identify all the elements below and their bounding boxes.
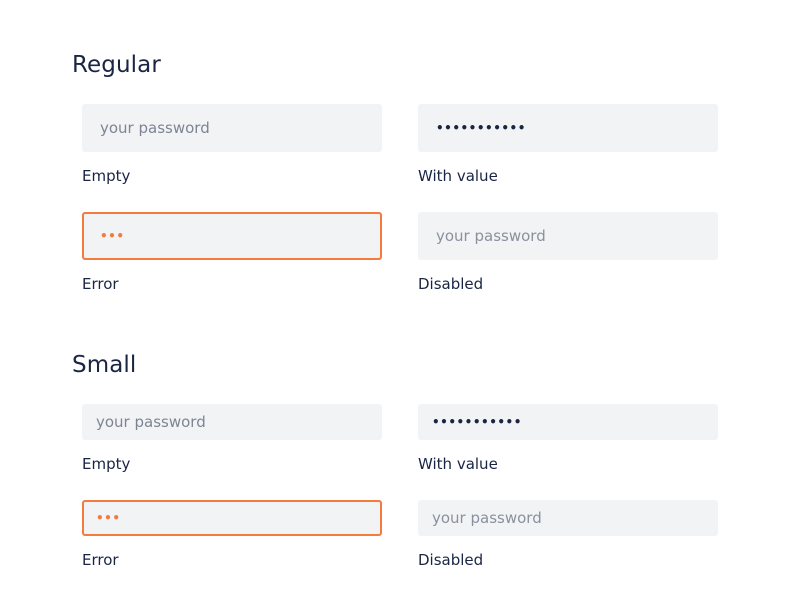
caption-disabled: Disabled — [418, 275, 484, 293]
caption-empty: Empty — [82, 167, 131, 185]
caption-error: Error — [82, 551, 119, 569]
password-input-small-with-value[interactable]: ••••••••••• — [418, 404, 718, 440]
password-input-small-error[interactable]: ••• — [82, 500, 382, 536]
password-masked-value: ••• — [96, 511, 121, 525]
section-title-regular: Regular — [72, 52, 161, 78]
password-input-small-disabled: your password — [418, 500, 718, 536]
caption-error: Error — [82, 275, 119, 293]
password-input-regular-error[interactable]: ••• — [82, 212, 382, 260]
password-placeholder: your password — [432, 509, 542, 527]
caption-disabled: Disabled — [418, 551, 484, 569]
password-input-small-empty[interactable]: your password — [82, 404, 382, 440]
caption-with-value: With value — [418, 167, 498, 185]
password-placeholder: your password — [96, 413, 206, 431]
password-masked-value: ••••••••••• — [436, 121, 526, 135]
password-placeholder: your password — [100, 119, 210, 137]
password-placeholder: your password — [436, 227, 546, 245]
password-input-regular-empty[interactable]: your password — [82, 104, 382, 152]
password-masked-value: ••• — [100, 229, 125, 243]
caption-empty: Empty — [82, 455, 131, 473]
password-input-regular-disabled: your password — [418, 212, 718, 260]
caption-with-value: With value — [418, 455, 498, 473]
password-masked-value: ••••••••••• — [432, 415, 522, 429]
section-title-small: Small — [72, 352, 137, 378]
password-input-regular-with-value[interactable]: ••••••••••• — [418, 104, 718, 152]
